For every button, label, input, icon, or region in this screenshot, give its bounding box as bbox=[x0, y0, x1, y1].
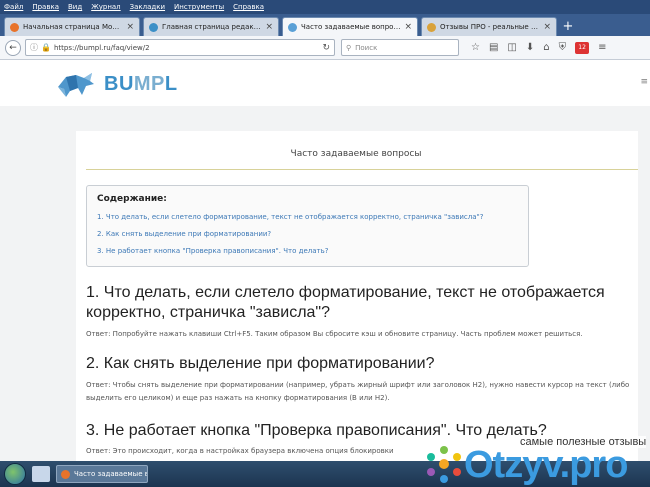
question-heading-1: 1. Что делать, если слетело форматирован… bbox=[86, 284, 605, 321]
otzyv-watermark: самые полезные отзывы Otzyv.pro bbox=[420, 432, 650, 487]
firefox-icon bbox=[10, 22, 19, 32]
firefox-icon bbox=[61, 469, 70, 479]
site-icon bbox=[288, 22, 297, 32]
close-icon[interactable]: × bbox=[404, 22, 412, 32]
menu-bookmarks[interactable]: Закладки bbox=[130, 3, 165, 11]
taskbar-task-firefox[interactable]: Часто задаваемые в... bbox=[56, 465, 148, 483]
tab-faq[interactable]: Часто задаваемые вопросы × bbox=[282, 17, 418, 36]
hamburger-menu-icon[interactable]: ≡ bbox=[598, 42, 606, 53]
tab-title: Часто задаваемые вопросы bbox=[301, 23, 401, 31]
toc-link-2[interactable]: 2. Как снять выделение при форматировани… bbox=[97, 230, 518, 238]
arrow-left-icon: ← bbox=[9, 42, 17, 53]
menu-view[interactable]: Вид bbox=[68, 3, 82, 11]
logo-part: MP bbox=[133, 72, 165, 95]
home-icon[interactable]: ⌂ bbox=[543, 42, 549, 53]
tab-editor-home[interactable]: Главная страница редактора × bbox=[143, 17, 279, 36]
close-icon[interactable]: × bbox=[265, 22, 273, 32]
url-bar[interactable]: ⓘ 🔒 https://bumpl.ru/faq/view/2 ↻ bbox=[25, 39, 335, 56]
faq-content: Часто задаваемые вопросы Содержание: 1. … bbox=[76, 131, 638, 461]
menu-bar: Файл Правка Вид Журнал Закладки Инструме… bbox=[0, 0, 650, 14]
bull-logo-icon bbox=[58, 73, 94, 97]
watermark-burst-icon bbox=[427, 446, 461, 483]
shield-icon[interactable]: ⛨ bbox=[559, 42, 567, 53]
menu-edit[interactable]: Правка bbox=[32, 3, 59, 11]
site-logo[interactable]: BUMPL bbox=[54, 69, 178, 99]
answer-1: Ответ: Попробуйте нажать клавиши Ctrl+F5… bbox=[86, 330, 583, 338]
site-icon bbox=[427, 22, 436, 32]
watermark-text: Otzyv.pro bbox=[464, 444, 628, 486]
menu-help[interactable]: Справка bbox=[233, 3, 264, 11]
menu-history[interactable]: Журнал bbox=[91, 3, 120, 11]
pocket-icon[interactable]: ◫ bbox=[507, 42, 516, 53]
tab-otzyv-pro[interactable]: Отзывы ПРО - реальные от... × bbox=[421, 17, 557, 36]
close-icon[interactable]: × bbox=[126, 22, 134, 32]
search-placeholder: Поиск bbox=[355, 43, 378, 52]
back-button[interactable]: ← bbox=[5, 39, 21, 56]
search-input[interactable]: ⚲ Поиск bbox=[341, 39, 459, 56]
title-divider bbox=[86, 169, 638, 170]
logo-part: L bbox=[164, 72, 178, 95]
tab-title: Отзывы ПРО - реальные от... bbox=[440, 23, 540, 31]
question-heading-2: 2. Как снять выделение при форматировани… bbox=[86, 355, 435, 372]
site-menu-icon[interactable]: ≡ bbox=[640, 77, 648, 87]
toc-title: Содержание: bbox=[97, 194, 167, 204]
reading-list-icon[interactable]: ▤ bbox=[489, 42, 498, 53]
extension-badge-icon[interactable]: 12 bbox=[575, 41, 590, 54]
site-icon bbox=[149, 22, 158, 32]
answer-2: Ответ: Чтобы снять выделение при формати… bbox=[86, 381, 630, 402]
info-icon[interactable]: ⓘ bbox=[30, 42, 38, 53]
bookmark-star-icon[interactable]: ☆ bbox=[471, 42, 480, 53]
table-of-contents: Содержание: 1. Что делать, если слетело … bbox=[86, 185, 529, 267]
start-button[interactable] bbox=[4, 463, 26, 485]
menu-file[interactable]: Файл bbox=[4, 3, 23, 11]
download-icon[interactable]: ⬇ bbox=[526, 42, 534, 53]
menu-tools[interactable]: Инструменты bbox=[174, 3, 224, 11]
close-icon[interactable]: × bbox=[543, 22, 551, 32]
url-text[interactable]: https://bumpl.ru/faq/view/2 bbox=[54, 44, 319, 52]
tab-mozilla-start[interactable]: Начальная страница Mozilla ... × bbox=[4, 17, 140, 36]
tab-title: Главная страница редактора bbox=[162, 23, 262, 31]
reload-icon[interactable]: ↻ bbox=[322, 43, 330, 53]
show-desktop-icon[interactable] bbox=[32, 466, 50, 482]
new-tab-button[interactable]: + bbox=[560, 18, 576, 34]
nav-bar: ← ⓘ 🔒 https://bumpl.ru/faq/view/2 ↻ ⚲ По… bbox=[0, 36, 650, 60]
toc-link-3[interactable]: 3. Не работает кнопка "Проверка правопис… bbox=[97, 247, 518, 255]
lock-icon: 🔒 bbox=[41, 43, 51, 52]
tab-strip: Начальная страница Mozilla ... × Главная… bbox=[0, 14, 650, 36]
page-title: Часто задаваемые вопросы bbox=[290, 149, 422, 159]
search-icon: ⚲ bbox=[346, 43, 352, 52]
tab-title: Начальная страница Mozilla ... bbox=[23, 23, 122, 31]
toc-link-1[interactable]: 1. Что делать, если слетело форматирован… bbox=[97, 213, 518, 221]
logo-wordmark: BUMPL bbox=[104, 73, 178, 96]
web-page: BUMPL ≡ Часто задаваемые вопросы Содержа… bbox=[0, 61, 650, 461]
site-header: BUMPL ≡ bbox=[0, 61, 650, 106]
task-title: Часто задаваемые в... bbox=[74, 470, 148, 478]
toolbar-icons: ☆ ▤ ◫ ⬇ ⌂ ⛨ 12 ≡ bbox=[471, 41, 607, 54]
logo-part: BU bbox=[104, 72, 134, 95]
